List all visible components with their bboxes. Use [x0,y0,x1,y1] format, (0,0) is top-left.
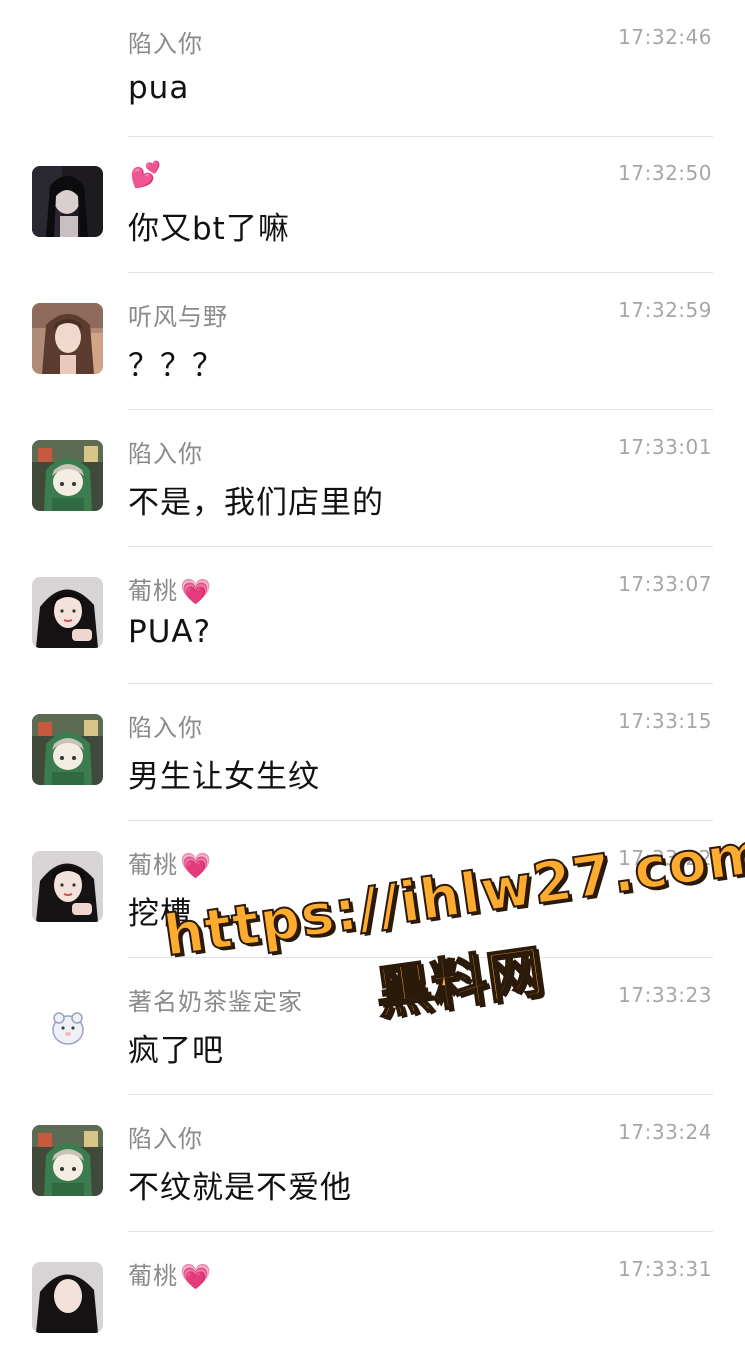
message-text: 男生让女生纹 [128,759,320,795]
message-time: 17:33:24 [618,1120,712,1144]
sender-name: 陷入你 [128,30,203,58]
avatar[interactable] [32,1125,103,1196]
avatar[interactable] [32,851,103,922]
avatar[interactable] [32,714,103,785]
avatar[interactable] [32,440,103,511]
sender-name: 著名奶茶鉴定家 [128,988,303,1016]
message-text: 挖槽 [128,896,192,932]
message-time: 17:33:22 [618,846,712,870]
message-time: 17:32:59 [618,298,712,322]
chat-message[interactable]: 陷入你 17:33:15 男生让女生纹 [0,684,745,821]
message-time: 17:32:46 [618,25,712,49]
anime-green-hood-icon [32,1125,103,1196]
hamster-cartoon-icon [32,988,103,1059]
avatar[interactable] [32,303,103,374]
girl-photo-warm-icon [32,303,103,374]
message-text: 你又bt了嘛 [128,211,290,247]
message-time: 17:33:07 [618,572,712,596]
sender-name: 💕 [128,160,162,190]
sender-name: 陷入你 [128,1125,203,1153]
message-time: 17:33:01 [618,435,712,459]
girl-photo-dark-hair-icon [32,577,103,648]
heart-emoji: 💗 [180,577,213,606]
heart-emoji: 💗 [180,851,213,880]
sender-name: 听风与野 [128,303,228,331]
message-text: ？？？ [128,348,224,384]
chat-message-list: 陷入你 17:32:46 pua 💕 17:32:50 你又bt了嘛 听风与野 … [0,0,745,1333]
anime-green-hood-icon [32,440,103,511]
sender-name: 葡桃💗 [128,1262,213,1291]
message-text: 不是，我们店里的 [128,485,384,521]
message-text: 不纹就是不爱他 [128,1170,352,1206]
chat-message[interactable]: 💕 17:32:50 你又bt了嘛 [0,136,745,273]
chat-message[interactable]: 听风与野 17:32:59 ？？？ [0,273,745,410]
girl-photo-dark-hair-icon [32,851,103,922]
message-time: 17:32:50 [618,161,712,185]
anime-green-hood-icon [32,714,103,785]
chat-message[interactable]: 葡桃💗 17:33:07 PUA? [0,547,745,684]
chat-message[interactable]: 陷入你 17:33:01 不是，我们店里的 [0,410,745,547]
message-time: 17:33:23 [618,983,712,1007]
chat-message[interactable]: 陷入你 17:32:46 pua [0,0,745,137]
chat-message[interactable]: 葡桃💗 17:33:31 [0,1232,745,1369]
message-time: 17:33:15 [618,709,712,733]
heart-emoji: 💗 [180,1262,213,1291]
message-text: 疯了吧 [128,1033,224,1069]
chat-message[interactable]: 葡桃💗 17:33:22 挖槽 [0,821,745,958]
girl-photo-dark-hair-icon [32,1262,103,1333]
sender-name: 葡桃💗 [128,851,213,880]
chat-message[interactable]: 著名奶茶鉴定家 17:33:23 疯了吧 [0,958,745,1095]
avatar[interactable] [32,1262,103,1333]
sender-name: 陷入你 [128,440,203,468]
sender-name: 葡桃💗 [128,577,213,606]
avatar[interactable] [32,988,103,1059]
dark-girl-photo-icon [32,166,103,237]
chat-message[interactable]: 陷入你 17:33:24 不纹就是不爱他 [0,1095,745,1232]
avatar[interactable] [32,577,103,648]
sender-name: 陷入你 [128,714,203,742]
message-text: pua [128,70,190,106]
message-time: 17:33:31 [618,1257,712,1281]
heart-emoji: 💕 [130,160,163,189]
avatar[interactable] [32,166,103,237]
message-text: PUA? [128,614,212,650]
